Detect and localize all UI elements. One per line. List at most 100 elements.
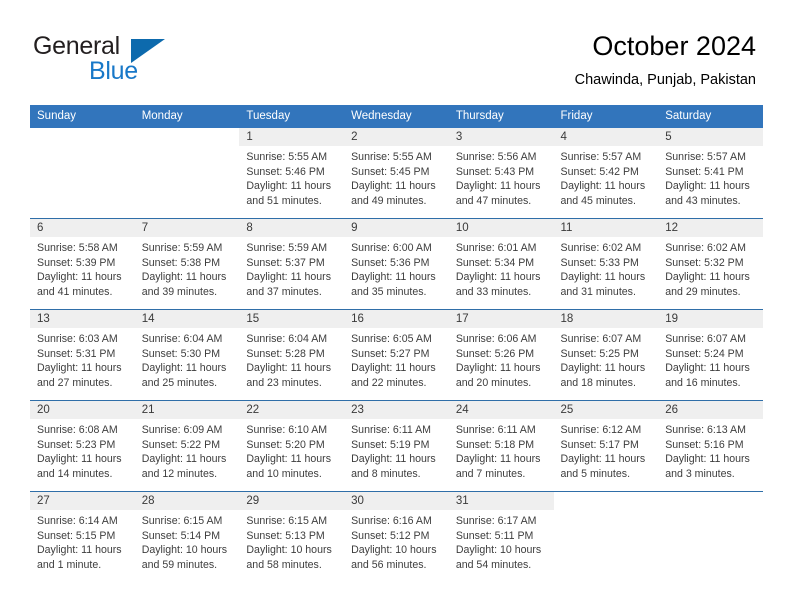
calendar-day-cell[interactable]: 7 Sunrise: 5:59 AM Sunset: 5:38 PM Daylight… [134, 218, 240, 310]
day-number: 2 [344, 128, 449, 146]
calendar-day-cell[interactable]: 5 Sunrise: 5:57 AM Sunset: 5:41 PM Daylight… [658, 128, 763, 219]
calendar-day-cell[interactable]: 31 Sunrise: 6:17 AM Sunset: 5:11 PM Dayligh… [448, 491, 554, 582]
day-number: 25 [553, 401, 659, 419]
calendar-day-cell[interactable]: 28 Sunrise: 6:15 AM Sunset: 5:14 PM Dayligh… [134, 491, 240, 582]
calendar-day-cell[interactable]: 10 Sunrise: 6:01 AM Sunset: 5:34 PM Dayligh… [448, 218, 554, 310]
calendar-day-cell[interactable]: 2 Sunrise: 5:55 AM Sunset: 5:45 PM Daylight… [344, 128, 449, 219]
daylight-duration-line2: and 59 minutes. [141, 558, 218, 571]
day-number: 10 [448, 219, 554, 237]
daylight-duration-line2: and 1 minute. [37, 558, 102, 571]
calendar-day-cell[interactable]: 23 Sunrise: 6:11 AM Sunset: 5:19 PM Dayligh… [344, 400, 449, 492]
calendar-day-cell[interactable]: 1 Sunrise: 5:55 AM Sunset: 5:46 PM Daylight… [239, 128, 345, 219]
daylight-duration-line2: and 54 minutes. [455, 558, 532, 571]
daylight-duration-line2: and 22 minutes. [351, 376, 427, 389]
day-details: Sunrise: 5:55 AM Sunset: 5:45 PM Daylight:… [344, 146, 449, 208]
calendar-day-cell[interactable]: 15 Sunrise: 6:04 AM Sunset: 5:28 PM Dayligh… [239, 309, 345, 401]
sunset-time: Sunset: 5:45 PM [351, 165, 430, 178]
daylight-duration-line1: Daylight: 11 hours [665, 180, 750, 193]
calendar-day-cell-empty [30, 128, 135, 219]
sunrise-time: Sunrise: 6:05 AM [351, 333, 432, 345]
calendar-day-cell-empty [553, 491, 659, 582]
day-details: Sunrise: 6:07 AM Sunset: 5:24 PM Daylight:… [658, 328, 763, 390]
calendar-day-cell[interactable]: 27 Sunrise: 6:14 AM Sunset: 5:15 PM Dayligh… [30, 491, 135, 582]
calendar-body: 1 Sunrise: 5:55 AM Sunset: 5:46 PM Daylight… [30, 128, 763, 582]
daylight-duration-line2: and 58 minutes. [246, 558, 322, 571]
calendar-day-cell[interactable]: 13 Sunrise: 6:03 AM Sunset: 5:31 PM Dayligh… [30, 309, 135, 401]
calendar-day-cell[interactable]: 8 Sunrise: 5:59 AM Sunset: 5:37 PM Daylight… [239, 218, 345, 310]
calendar-week-row: 20 Sunrise: 6:08 AM Sunset: 5:23 PM Dayligh… [30, 400, 763, 492]
calendar-day-cell[interactable]: 22 Sunrise: 6:10 AM Sunset: 5:20 PM Dayligh… [239, 400, 345, 492]
day-number [553, 492, 659, 510]
day-number: 18 [553, 310, 659, 328]
daylight-duration-line2: and 56 minutes. [351, 558, 427, 571]
daylight-duration-line2: and 12 minutes. [141, 467, 218, 480]
sunset-time: Sunset: 5:14 PM [141, 529, 221, 542]
daylight-duration-line2: and 31 minutes. [560, 285, 636, 298]
sunrise-time: Sunrise: 6:13 AM [665, 424, 746, 436]
daylight-duration-line1: Daylight: 11 hours [455, 271, 541, 284]
sunrise-time: Sunrise: 5:55 AM [351, 151, 432, 163]
calendar-day-cell[interactable]: 25 Sunrise: 6:12 AM Sunset: 5:17 PM Dayligh… [553, 400, 659, 492]
daylight-duration-line1: Daylight: 10 hours [351, 544, 437, 557]
daylight-duration-line2: and 39 minutes. [141, 285, 218, 298]
calendar-day-cell[interactable]: 9 Sunrise: 6:00 AM Sunset: 5:36 PM Daylight… [344, 218, 449, 310]
calendar-day-cell[interactable]: 12 Sunrise: 6:02 AM Sunset: 5:32 PM Dayligh… [658, 218, 763, 310]
calendar-day-cell[interactable]: 21 Sunrise: 6:09 AM Sunset: 5:22 PM Dayligh… [134, 400, 240, 492]
daylight-duration-line1: Daylight: 11 hours [246, 271, 332, 284]
day-number: 20 [30, 401, 135, 419]
day-number: 22 [239, 401, 345, 419]
sunset-time: Sunset: 5:18 PM [455, 438, 535, 451]
calendar-day-cell[interactable]: 18 Sunrise: 6:07 AM Sunset: 5:25 PM Dayligh… [553, 309, 659, 401]
calendar-day-cell[interactable]: 29 Sunrise: 6:15 AM Sunset: 5:13 PM Dayligh… [239, 491, 345, 582]
calendar-day-cell[interactable]: 3 Sunrise: 5:56 AM Sunset: 5:43 PM Daylight… [448, 128, 554, 219]
sunrise-time: Sunrise: 6:10 AM [246, 424, 328, 436]
calendar-day-cell[interactable]: 14 Sunrise: 6:04 AM Sunset: 5:30 PM Dayligh… [134, 309, 240, 401]
daylight-duration-line1: Daylight: 10 hours [246, 544, 332, 557]
day-details: Sunrise: 5:57 AM Sunset: 5:42 PM Daylight:… [554, 146, 659, 208]
day-details: Sunrise: 6:03 AM Sunset: 5:31 PM Daylight:… [30, 328, 135, 390]
day-details: Sunrise: 6:10 AM Sunset: 5:20 PM Daylight:… [239, 419, 344, 481]
day-number: 6 [30, 219, 135, 237]
day-details: Sunrise: 6:04 AM Sunset: 5:30 PM Daylight:… [135, 328, 240, 390]
sunrise-time: Sunrise: 6:14 AM [37, 515, 118, 527]
page-header: General Blue October 2024 Chawinda, Punj… [0, 0, 792, 100]
day-details: Sunrise: 6:06 AM Sunset: 5:26 PM Daylight:… [449, 328, 554, 390]
sunrise-time: Sunrise: 6:07 AM [665, 333, 746, 345]
daylight-duration-line2: and 16 minutes. [665, 376, 741, 389]
day-number: 3 [448, 128, 554, 146]
page-title: October 2024 [592, 31, 756, 61]
weekday-header-friday: Friday [553, 105, 659, 128]
day-details: Sunrise: 6:09 AM Sunset: 5:22 PM Daylight:… [135, 419, 240, 481]
calendar-day-cell[interactable]: 30 Sunrise: 6:16 AM Sunset: 5:12 PM Dayligh… [344, 491, 449, 582]
calendar-week-row: 6 Sunrise: 5:58 AM Sunset: 5:39 PM Daylight… [30, 218, 763, 310]
day-number: 5 [658, 128, 763, 146]
daylight-duration-line2: and 18 minutes. [560, 376, 636, 389]
weekday-header-wednesday: Wednesday [344, 105, 449, 128]
daylight-duration-line1: Daylight: 11 hours [560, 180, 646, 193]
sunset-time: Sunset: 5:15 PM [37, 529, 116, 542]
calendar-day-cell[interactable]: 11 Sunrise: 6:02 AM Sunset: 5:33 PM Dayligh… [553, 218, 659, 310]
calendar-day-cell[interactable]: 24 Sunrise: 6:11 AM Sunset: 5:18 PM Dayligh… [448, 400, 554, 492]
calendar-day-cell[interactable]: 26 Sunrise: 6:13 AM Sunset: 5:16 PM Dayligh… [658, 400, 763, 492]
sunrise-time: Sunrise: 6:06 AM [455, 333, 537, 345]
day-number: 7 [134, 219, 240, 237]
day-details: Sunrise: 6:11 AM Sunset: 5:19 PM Daylight:… [344, 419, 449, 481]
calendar-day-cell[interactable]: 20 Sunrise: 6:08 AM Sunset: 5:23 PM Dayligh… [30, 400, 135, 492]
day-number: 11 [553, 219, 659, 237]
day-number: 12 [658, 219, 763, 237]
logo-general-blue[interactable]: General Blue [33, 32, 243, 88]
calendar-day-cell[interactable]: 17 Sunrise: 6:06 AM Sunset: 5:26 PM Dayligh… [448, 309, 554, 401]
day-details: Sunrise: 6:12 AM Sunset: 5:17 PM Daylight:… [554, 419, 659, 481]
title-block: October 2024 Chawinda, Punjab, Pakistan [575, 30, 756, 90]
daylight-duration-line1: Daylight: 11 hours [351, 453, 436, 466]
day-number: 8 [239, 219, 345, 237]
day-number [30, 128, 135, 146]
calendar-day-cell[interactable]: 16 Sunrise: 6:05 AM Sunset: 5:27 PM Dayligh… [344, 309, 449, 401]
sunset-time: Sunset: 5:34 PM [455, 256, 535, 269]
sunrise-time: Sunrise: 5:58 AM [37, 242, 118, 254]
calendar-day-cell[interactable]: 6 Sunrise: 5:58 AM Sunset: 5:39 PM Daylight… [30, 218, 135, 310]
calendar-day-cell[interactable]: 19 Sunrise: 6:07 AM Sunset: 5:24 PM Dayligh… [658, 309, 763, 401]
calendar-day-cell[interactable]: 4 Sunrise: 5:57 AM Sunset: 5:42 PM Daylight… [553, 128, 659, 219]
sunrise-time: Sunrise: 5:56 AM [455, 151, 537, 163]
daylight-duration-line1: Daylight: 11 hours [246, 362, 332, 375]
